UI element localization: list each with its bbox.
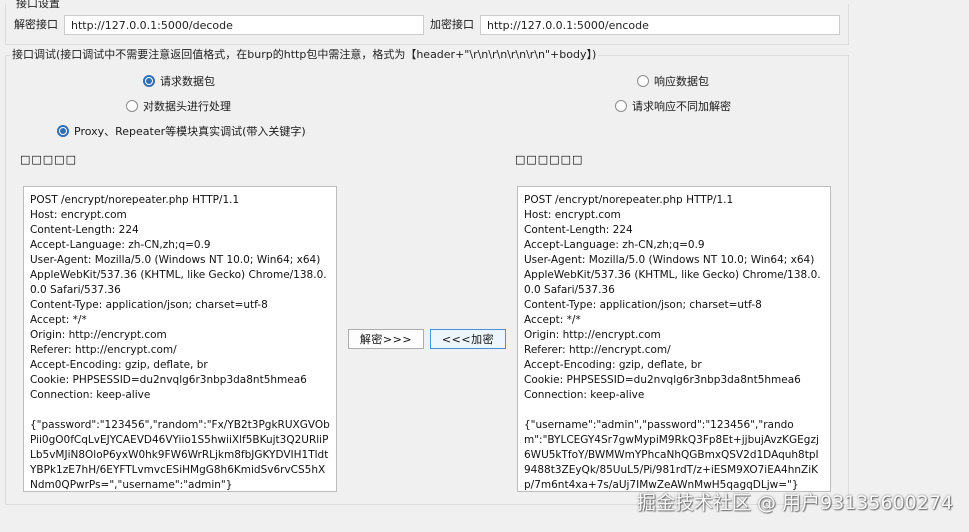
encrypt-button[interactable]: <<<加密 [430,329,506,349]
radio-proxy-repeater-label: Proxy、Repeater等模块真实调试(带入关键字) [74,125,306,138]
interface-settings-title: 接口设置 [16,0,62,11]
radio-no-decrypt-response-label: 请求响应不同加解密 [632,100,731,113]
radio-response-packet[interactable]: 响应数据包 [637,73,709,89]
decrypt-button[interactable]: 解密>>> [348,329,424,349]
radio-process-header[interactable]: 对数据头进行处理 [126,98,231,114]
encode-url-input[interactable] [480,15,840,35]
watermark: 掘金技术社区 @ 用户9313560027​4 [636,492,953,514]
radio-no-decrypt-response[interactable]: 请求响应不同加解密 [615,98,731,114]
decode-url-input[interactable] [64,15,424,35]
encode-url-label: 加密接口 [430,18,474,31]
radio-checked-icon [143,75,155,87]
radio-proxy-repeater[interactable]: Proxy、Repeater等模块真实调试(带入关键字) [57,123,306,139]
radio-checked-icon [57,125,69,137]
ciphertext-textarea[interactable]: POST /encrypt/norepeater.php HTTP/1.1 Ho… [517,186,831,492]
left-panel-title: □□□□□ [20,153,77,166]
radio-unchecked-icon [126,100,138,112]
interface-debug-title: 接口调试(接口调试中不需要注意返回值格式，在burp的http包中需注意，格式为… [10,48,599,62]
radio-response-packet-label: 响应数据包 [654,75,709,88]
right-panel-title: □□□□□□ [515,153,584,166]
radio-unchecked-icon [637,75,649,87]
radio-request-packet-label: 请求数据包 [160,75,215,88]
decode-url-label: 解密接口 [14,18,58,31]
radio-process-header-label: 对数据头进行处理 [143,100,231,113]
radio-request-packet[interactable]: 请求数据包 [143,73,215,89]
plaintext-textarea[interactable]: POST /encrypt/norepeater.php HTTP/1.1 Ho… [23,186,337,492]
radio-unchecked-icon [615,100,627,112]
